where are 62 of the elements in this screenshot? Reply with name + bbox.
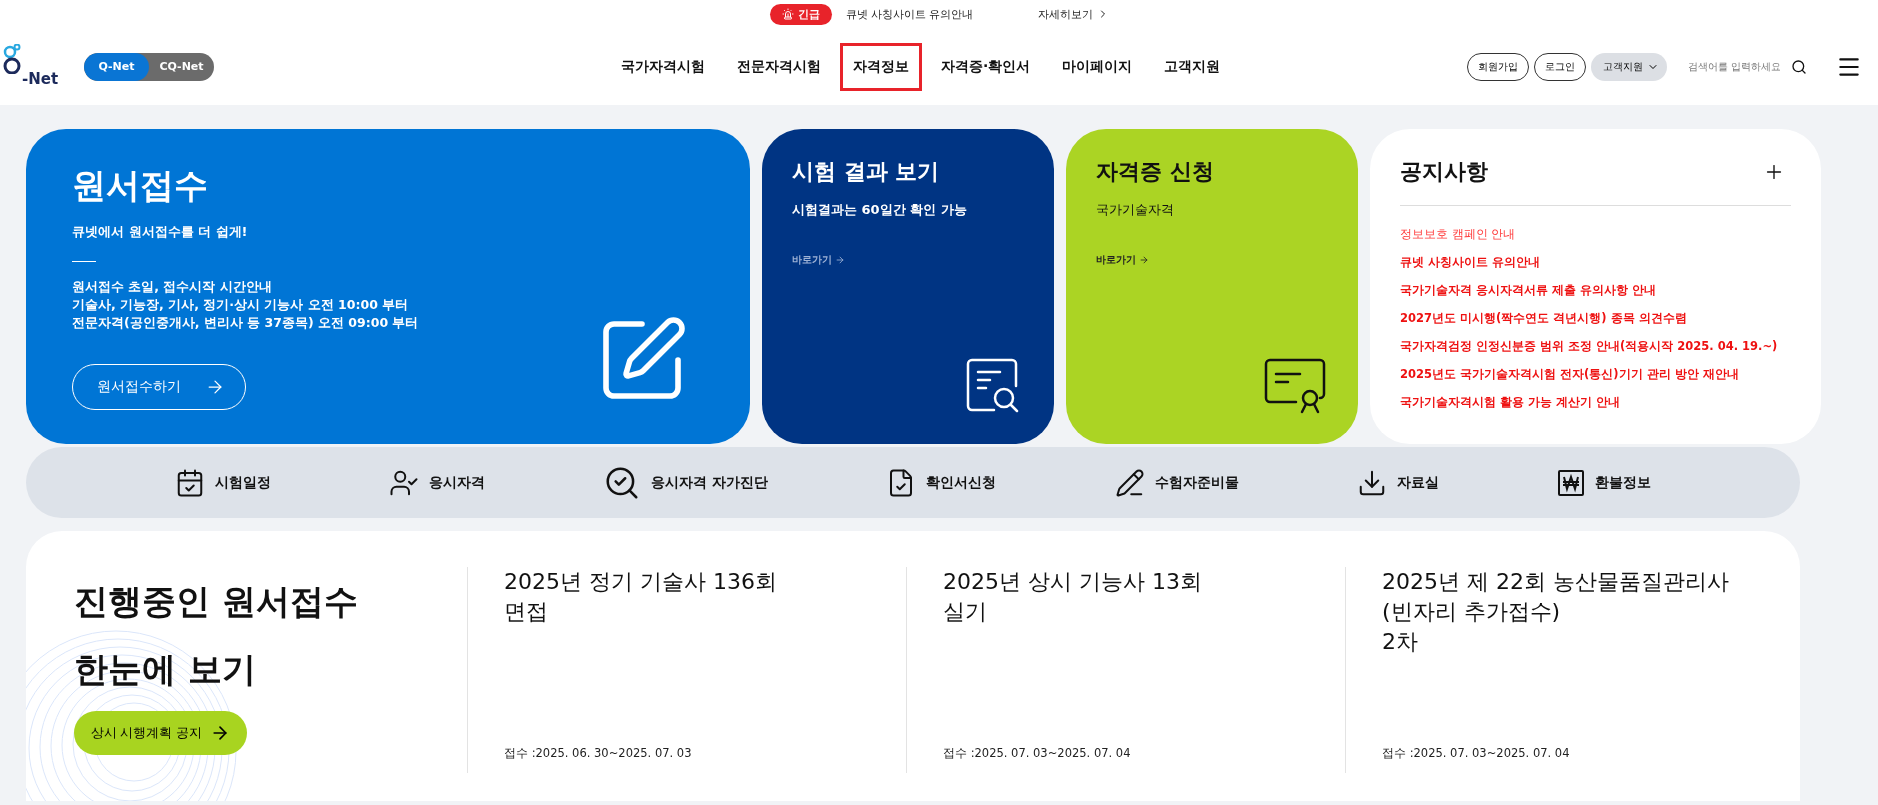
site-toggle-tab[interactable]: CQ-Net [149, 52, 214, 81]
exam-title[interactable]: 2025년 상시 기능사 13회 [943, 567, 1345, 597]
notice-link[interactable]: 국가기술자격시험 활용 가능 계산기 안내 [1400, 388, 1791, 416]
nav-item[interactable]: 자격정보 [840, 42, 922, 91]
nav-item[interactable]: 전문자격시험 [724, 42, 834, 91]
notice-link[interactable]: 국가기술자격 응시자격서류 제출 유의사항 안내 [1400, 276, 1791, 304]
application-period: 접수 :2025. 07. 03~2025. 07. 04 [943, 746, 1132, 761]
info-line: 원서접수 초일, 접수시작 시간안내 [72, 278, 273, 296]
search-field[interactable]: 검색어를 입력하세요 [1686, 60, 1782, 73]
quick-menu-link[interactable]: 확인서신청 [926, 473, 997, 492]
alert-message: 큐넷 사칭사이트 유의안내 [845, 6, 974, 22]
notice-link[interactable]: 국가자격검정 인정신분증 범위 조정 안내(적용시작 2025. 04. 19.~) [1400, 332, 1791, 360]
notice-link[interactable]: 정보보호 캠페인 안내 [1400, 220, 1791, 248]
header-button[interactable]: 회원가입 [1467, 52, 1529, 81]
quick-menu-link[interactable]: 수험자준비물 [1154, 473, 1239, 492]
support-dropdown[interactable]: 고객지원 [1591, 52, 1667, 81]
info-line: 기술사, 기능장, 기사, 정기·상시 기능사 오전 10:00 부터 [72, 296, 410, 314]
nav-item[interactable]: 자격증·확인서 [928, 42, 1044, 91]
arrow-right-icon [1139, 255, 1149, 265]
header-button[interactable]: 로그인 [1534, 52, 1586, 81]
logo[interactable]: -Net [0, 41, 60, 92]
section-title: 한눈에 보기 [74, 648, 257, 691]
card-subtitle: 큐넷에서 원서접수를 더 쉽게! [72, 223, 249, 241]
nav-item[interactable]: 고객지원 [1151, 42, 1234, 91]
card-title: 원서접수 [72, 164, 209, 207]
notice-title: 공지사항 [1400, 158, 1488, 186]
notice-link[interactable]: 2027년도 미시행(짝수연도 격년시행) 종목 의견수렴 [1400, 304, 1791, 332]
details-link[interactable]: 자세히보기 [1037, 6, 1109, 22]
info-line: 전문자격(공인중개사, 변리사 등 37종목) 오전 09:00 부터 [72, 314, 420, 332]
quick-menu-link[interactable]: 시험일정 [215, 473, 272, 492]
card-subtitle: 시험결과는 60일간 확인 가능 [792, 201, 968, 219]
urgent-badge: 긴급 [769, 3, 832, 25]
search-icon[interactable] [1791, 58, 1807, 75]
nav-item[interactable]: 마이페이지 [1049, 42, 1146, 91]
pencil-icon [1114, 467, 1145, 498]
siren-icon [781, 8, 794, 20]
certificate-icon [1264, 358, 1326, 414]
arrow-right-icon [835, 255, 845, 265]
quick-menu-link[interactable]: 자료실 [1396, 473, 1439, 492]
exam-title[interactable]: 2025년 제 22회 농산물품질관리사 [1382, 567, 1784, 597]
notice-link[interactable]: 큐넷 사칭사이트 유의안내 [1400, 248, 1791, 276]
exam-title[interactable]: 2차 [1382, 627, 1784, 657]
card-title: 자격증 신청 [1096, 158, 1215, 186]
exam-title[interactable]: 실기 [943, 597, 1345, 627]
plan-notice-button[interactable]: 상시 시행계획 공지 [74, 711, 247, 755]
shortcut-link[interactable]: 바로가기 [792, 253, 1024, 267]
won-icon [1556, 468, 1585, 497]
nav-item[interactable]: 국가자격시험 [608, 42, 718, 91]
notice-link[interactable]: 2025년도 국가기술자격시험 전자(통신)기기 관리 방안 재안내 [1400, 360, 1791, 388]
section-title: 진행중인 원서접수 [74, 580, 359, 623]
application-period: 접수 :2025. 07. 03~2025. 07. 04 [1382, 746, 1571, 761]
shortcut-link[interactable]: 바로가기 [1096, 253, 1328, 267]
quick-menu-link[interactable]: 응시자격 자가진단 [651, 473, 769, 492]
exam-title[interactable]: (빈자리 추가접수) [1382, 597, 1784, 627]
site-toggle-tab[interactable]: Q-Net [84, 52, 149, 81]
exam-title[interactable]: 면접 [504, 597, 906, 627]
card-title: 시험 결과 보기 [792, 158, 941, 186]
quick-menu-link[interactable]: 응시자격 [429, 473, 486, 492]
quick-menu-link[interactable]: 환불정보 [1594, 473, 1651, 492]
card-subtitle: 국가기술자격 [1096, 201, 1175, 219]
application-period: 접수 :2025. 06. 30~2025. 07. 03 [504, 746, 693, 761]
exam-title[interactable]: 2025년 정기 기술사 136회 [504, 567, 906, 597]
